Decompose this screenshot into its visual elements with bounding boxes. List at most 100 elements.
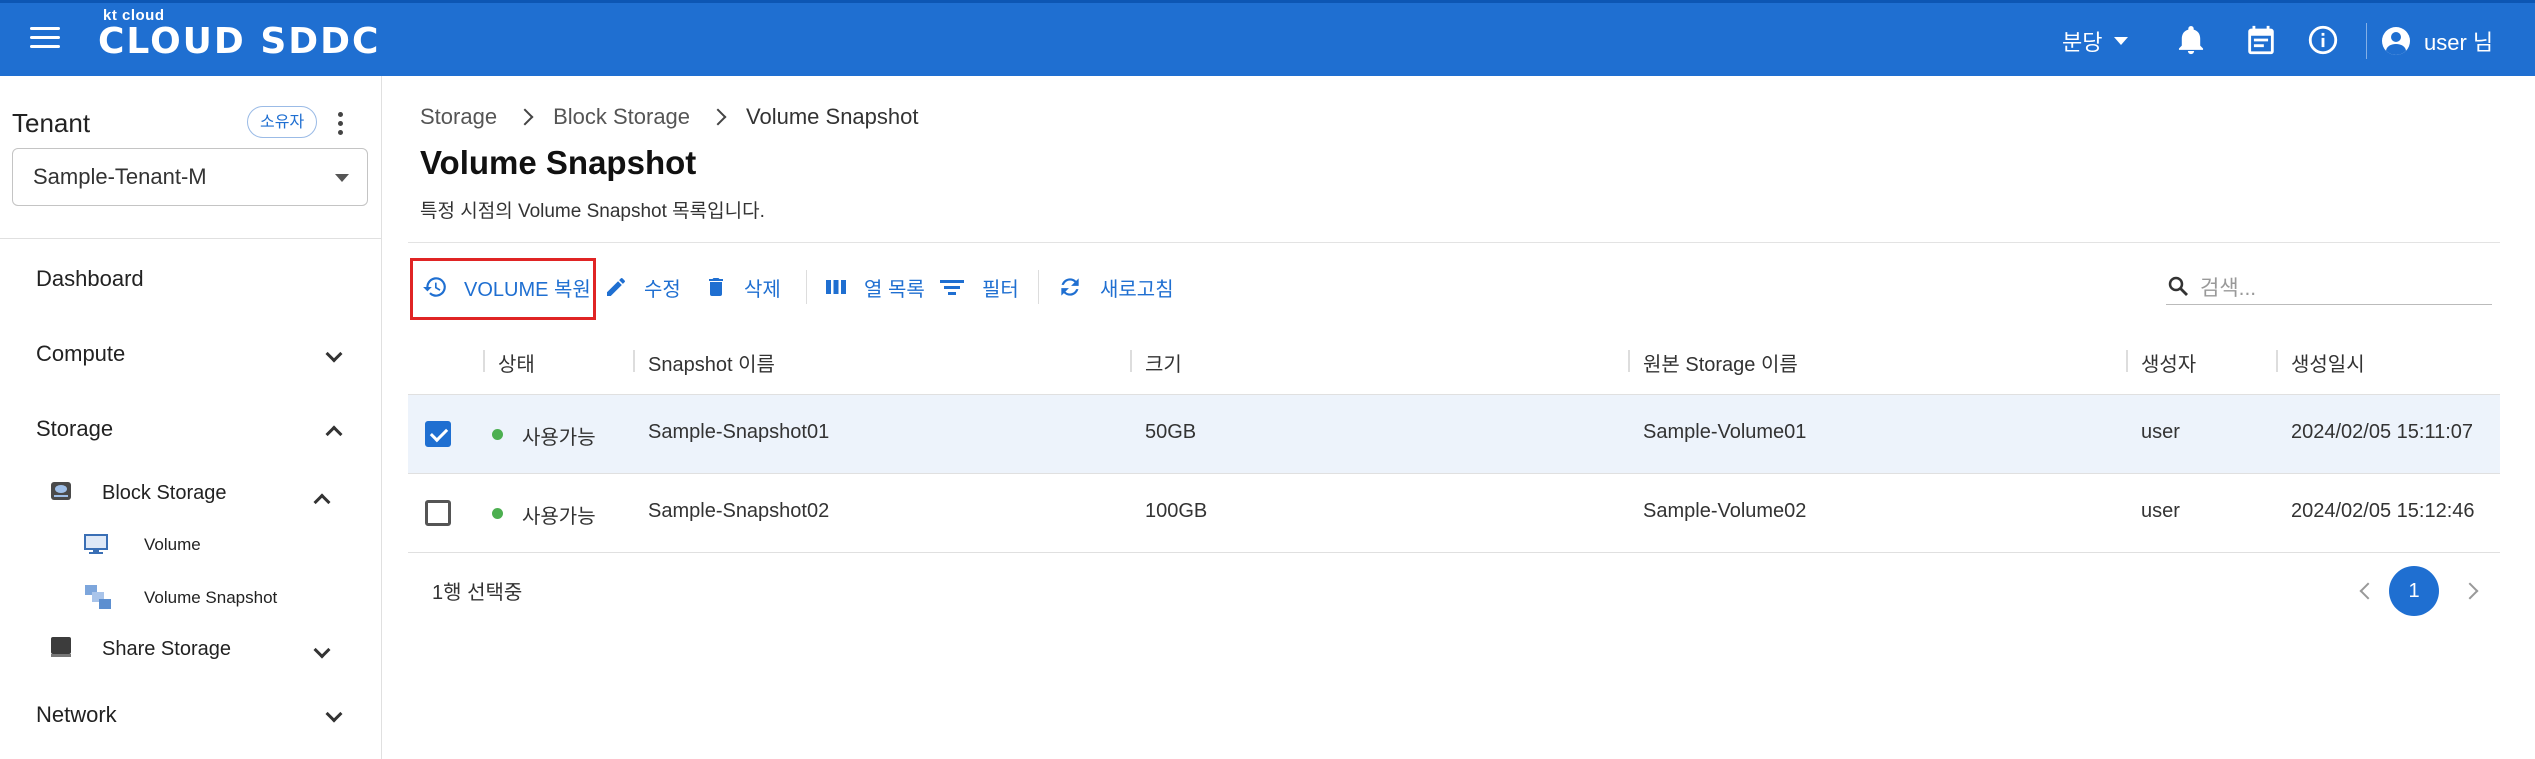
row-checkbox[interactable]: [425, 421, 451, 447]
breadcrumb: Storage Block Storage Volume Snapshot: [420, 104, 919, 130]
more-vert-icon[interactable]: [338, 112, 344, 139]
user-menu[interactable]: user 님: [2382, 3, 2493, 79]
header-divider: [2366, 23, 2367, 59]
caret-down-icon: [335, 174, 349, 182]
page-title: Volume Snapshot: [420, 144, 697, 181]
language-label: 분당: [2062, 30, 2103, 55]
table-row[interactable]: 사용가능 Sample-Snapshot01 50GB Sample-Volum…: [408, 395, 2500, 474]
table-header: 상태 Snapshot 이름 크기 원본 Storage 이름 생성자 생성일시: [408, 330, 2500, 395]
column-divider: [2276, 350, 2278, 372]
search-placeholder: 검색...: [2200, 277, 2257, 300]
cell-creator: user: [2141, 421, 2180, 443]
columns-label: 열 목록: [864, 278, 925, 301]
cell-status: 사용가능: [522, 427, 596, 449]
cell-source: Sample-Volume02: [1643, 500, 1807, 522]
filter-label: 필터: [982, 278, 1019, 301]
column-header-creator[interactable]: 생성자: [2141, 348, 2196, 377]
refresh-label: 새로고침: [1100, 278, 1174, 301]
cell-created: 2024/02/05 15:12:46: [2291, 500, 2475, 522]
cell-size: 50GB: [1145, 421, 1197, 443]
cell-name: Sample-Snapshot01: [648, 421, 830, 443]
view-column-icon: [826, 280, 846, 294]
nav-compute[interactable]: Compute: [36, 341, 125, 367]
user-name: user 님: [2424, 30, 2494, 55]
filter-icon: [940, 280, 964, 295]
chevron-right-icon: [709, 108, 727, 126]
filter-button[interactable]: 필터: [938, 268, 1019, 306]
edit-button[interactable]: 수정: [604, 268, 681, 306]
trash-icon: [709, 278, 723, 296]
language-selector[interactable]: 분당: [2062, 3, 2129, 79]
table-row[interactable]: 사용가능 Sample-Snapshot02 100GB Sample-Volu…: [408, 474, 2500, 553]
column-divider: [1130, 350, 1132, 372]
chevron-down-icon[interactable]: [313, 641, 331, 659]
page-number-button[interactable]: 1: [2389, 566, 2439, 616]
nav-network[interactable]: Network: [36, 702, 117, 728]
cell-size: 100GB: [1145, 500, 1208, 522]
volume-snapshot-icon: [85, 585, 111, 609]
volume-restore-label: VOLUME 복원: [464, 278, 591, 301]
menu-icon[interactable]: [30, 27, 60, 51]
search-field[interactable]: 검색...: [2166, 266, 2492, 305]
block-storage-icon: [51, 482, 71, 500]
caret-down-icon: [2114, 37, 2129, 45]
column-header-source[interactable]: 원본 Storage 이름: [1643, 348, 1798, 377]
breadcrumb-current: Volume Snapshot: [746, 104, 919, 129]
sidebar-divider: [0, 238, 381, 239]
refresh-button[interactable]: 새로고침: [1056, 268, 1174, 306]
delete-button[interactable]: 삭제: [704, 268, 781, 306]
column-divider: [1628, 350, 1630, 372]
tenant-select-value: Sample-Tenant-M: [33, 164, 207, 189]
account-icon: [2382, 27, 2410, 55]
volume-icon: [84, 534, 108, 554]
toolbar-divider: [806, 270, 807, 304]
tenant-select[interactable]: Sample-Tenant-M: [12, 148, 368, 206]
share-storage-icon: [51, 637, 71, 657]
toolbar-divider: [1038, 270, 1039, 304]
nav-share-storage[interactable]: Share Storage: [102, 638, 231, 661]
page-description: 특정 시점의 Volume Snapshot 목록입니다.: [420, 201, 765, 222]
column-header-status[interactable]: 상태: [498, 348, 535, 377]
nav-dashboard[interactable]: Dashboard: [36, 266, 144, 292]
nav-volume-snapshot[interactable]: Volume Snapshot: [144, 588, 277, 608]
restore-history-icon: [423, 277, 446, 297]
edit-label: 수정: [644, 278, 681, 301]
column-header-created[interactable]: 생성일시: [2291, 348, 2365, 377]
tenant-label: Tenant: [12, 108, 91, 138]
breadcrumb-block-storage[interactable]: Block Storage: [553, 104, 690, 130]
header-separator: [408, 242, 2500, 243]
column-divider: [483, 350, 485, 372]
cell-creator: user: [2141, 500, 2180, 522]
top-bar: kt cloud CLOUD SDDC 분당 user 님: [0, 0, 2535, 76]
selection-count: 1행 선택중: [432, 582, 523, 604]
info-icon[interactable]: [2306, 23, 2340, 57]
cell-status: 사용가능: [522, 506, 596, 528]
chevron-right-icon[interactable]: [2461, 582, 2479, 600]
volume-restore-button[interactable]: VOLUME 복원: [422, 268, 591, 306]
columns-button[interactable]: 열 목록: [824, 268, 925, 306]
column-header-name[interactable]: Snapshot 이름: [648, 348, 775, 377]
search-icon: [2168, 276, 2188, 296]
cell-created: 2024/02/05 15:11:07: [2291, 421, 2474, 443]
chevron-up-icon[interactable]: [313, 493, 331, 511]
bell-icon[interactable]: [2174, 23, 2208, 57]
status-dot: [492, 508, 503, 519]
nav-volume[interactable]: Volume: [144, 535, 201, 555]
chevron-left-icon[interactable]: [2359, 582, 2377, 600]
chevron-down-icon[interactable]: [325, 345, 343, 363]
column-divider: [633, 350, 635, 372]
breadcrumb-storage[interactable]: Storage: [420, 104, 497, 130]
delete-label: 삭제: [744, 278, 781, 301]
refresh-icon: [1061, 278, 1079, 296]
column-header-size[interactable]: 크기: [1145, 348, 1182, 377]
calendar-icon[interactable]: [2244, 23, 2278, 57]
chevron-down-icon[interactable]: [325, 705, 343, 723]
chevron-up-icon[interactable]: [325, 425, 343, 443]
row-checkbox[interactable]: [425, 500, 451, 526]
brand-logo[interactable]: CLOUD SDDC: [98, 21, 380, 62]
owner-chip[interactable]: 소유자: [247, 106, 318, 138]
pencil-icon: [607, 277, 626, 296]
nav-block-storage[interactable]: Block Storage: [102, 482, 227, 505]
nav-storage[interactable]: Storage: [36, 416, 113, 442]
cell-source: Sample-Volume01: [1643, 421, 1807, 443]
